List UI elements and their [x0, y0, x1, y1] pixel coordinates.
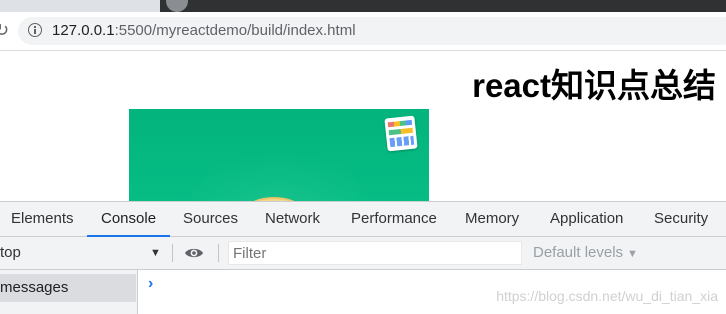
context-selector[interactable]: top ▼	[0, 237, 166, 269]
toolbar-divider	[172, 244, 173, 262]
url-host: 127.0.0.1	[52, 22, 115, 39]
console-sidebar: messages	[0, 270, 138, 314]
sidebar-item-label: messages	[0, 279, 69, 296]
eye-icon[interactable]	[184, 246, 204, 260]
tab-security[interactable]: Security	[654, 202, 708, 236]
dropdown-arrow-icon: ▼	[627, 248, 638, 260]
dropdown-arrow-icon: ▼	[150, 247, 161, 259]
banner-glow	[174, 149, 384, 201]
address-bar[interactable]: 127.0.0.1:5500/myreactdemo/build/index.h…	[18, 17, 726, 45]
info-icon[interactable]	[28, 23, 42, 37]
filter-input[interactable]	[228, 241, 522, 265]
console-toolbar: top ▼ Default levels▼	[0, 237, 726, 270]
toolbar-divider	[218, 244, 219, 262]
tab-sources[interactable]: Sources	[183, 202, 238, 236]
url-path: :5500/myreactdemo/build/index.html	[114, 22, 356, 39]
page-title: react知识点总结	[472, 67, 716, 104]
devtools-panel: Elements Console Sources Network Perform…	[0, 201, 726, 314]
context-value: top	[0, 244, 21, 261]
tab-console[interactable]: Console	[86, 202, 171, 237]
browser-toolbar: ↻ 127.0.0.1:5500/myreactdemo/build/index…	[0, 12, 726, 51]
reload-icon[interactable]: ↻	[0, 21, 12, 39]
devtools-tab-bar: Elements Console Sources Network Perform…	[0, 202, 726, 237]
tab-strip	[0, 0, 726, 12]
tab-network[interactable]: Network	[265, 202, 320, 236]
tab-elements[interactable]: Elements	[11, 202, 74, 236]
url-text[interactable]: 127.0.0.1:5500/myreactdemo/build/index.h…	[52, 22, 356, 40]
watermark: https://blog.csdn.net/wu_di_tian_xia	[496, 288, 718, 304]
tab-strip-dark	[160, 0, 726, 12]
tab-application[interactable]: Application	[550, 202, 623, 236]
console-prompt-icon: ›	[148, 275, 154, 292]
log-levels-label: Default levels	[533, 244, 624, 261]
sidebar-item-messages[interactable]: messages	[0, 274, 136, 302]
banner-image	[129, 109, 429, 201]
log-levels-dropdown[interactable]: Default levels ▼	[533, 237, 638, 269]
imooc-logo-icon	[384, 115, 418, 152]
tab-performance[interactable]: Performance	[351, 202, 437, 236]
tab-memory[interactable]: Memory	[465, 202, 519, 236]
